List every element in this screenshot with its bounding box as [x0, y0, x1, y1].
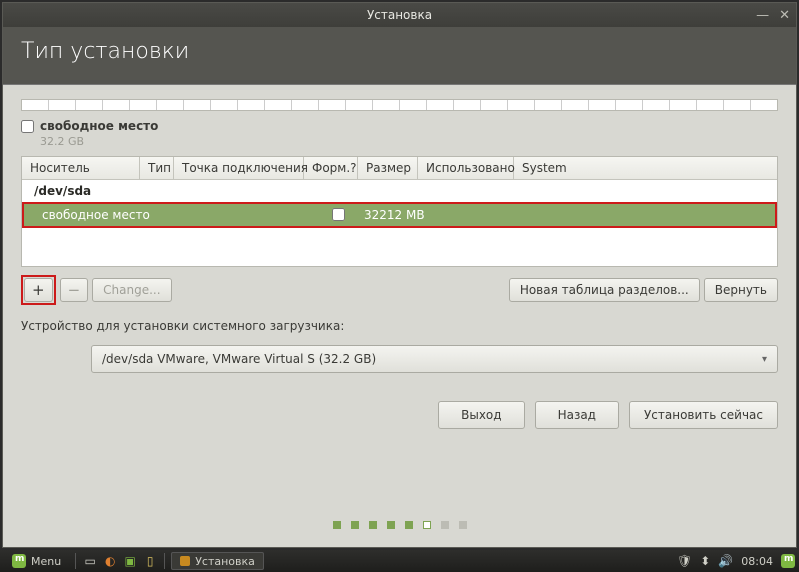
dot-icon: [333, 521, 341, 529]
bootloader-label: Устройство для установки системного загр…: [21, 319, 778, 333]
partition-table: Носитель Тип Точка подключения Форм.? Ра…: [21, 156, 778, 267]
free-row-size: 32212 MB: [360, 208, 430, 222]
col-system[interactable]: System: [514, 157, 777, 179]
update-icon[interactable]: 🛡: [677, 554, 692, 568]
col-size[interactable]: Размер: [358, 157, 418, 179]
revert-button[interactable]: Вернуть: [704, 278, 778, 302]
clock[interactable]: 08:04: [741, 555, 773, 568]
dot-icon: [369, 521, 377, 529]
close-icon[interactable]: ✕: [779, 8, 790, 23]
menu-label: Menu: [31, 555, 61, 568]
window-title: Установка: [367, 8, 432, 22]
col-mount[interactable]: Точка подключения: [174, 157, 304, 179]
bootloader-select[interactable]: /dev/sda VMware, VMware Virtual S (32.2 …: [91, 345, 778, 373]
free-row-label: свободное место: [30, 208, 152, 222]
separator: [75, 553, 76, 569]
dot-icon: [459, 521, 467, 529]
files-icon[interactable]: ▯: [142, 553, 158, 569]
taskbar: Menu ▭ ◐ ▣ ▯ Установка 🛡 ⬍ 🔊 08:04: [0, 550, 799, 572]
col-device[interactable]: Носитель: [22, 157, 140, 179]
dot-icon: [387, 521, 395, 529]
add-button[interactable]: +: [24, 278, 53, 302]
free-space-size: 32.2 GB: [40, 135, 158, 148]
mint-logo-icon: [12, 554, 26, 568]
firefox-icon[interactable]: ◐: [102, 553, 118, 569]
disk-usage-bar[interactable]: [21, 99, 778, 111]
change-button[interactable]: Change...: [92, 278, 171, 302]
app-icon: [180, 556, 190, 566]
dot-icon: [441, 521, 449, 529]
volume-icon[interactable]: 🔊: [718, 554, 733, 568]
progress-dots: [3, 429, 796, 547]
show-desktop-icon[interactable]: ▭: [82, 553, 98, 569]
bootloader-value: /dev/sda VMware, VMware Virtual S (32.2 …: [102, 352, 376, 366]
dot-icon: [423, 521, 431, 529]
col-format[interactable]: Форм.?: [304, 157, 358, 179]
free-space-checkbox[interactable]: [21, 120, 34, 133]
menu-button[interactable]: Menu: [4, 550, 69, 572]
table-row-selected[interactable]: свободное место 32212 MB: [22, 202, 777, 228]
table-row[interactable]: /dev/sda: [22, 180, 777, 202]
format-checkbox[interactable]: [332, 208, 345, 221]
page-title: Тип установки: [3, 27, 796, 85]
user-icon[interactable]: [781, 554, 795, 568]
free-space-label: свободное место: [40, 119, 158, 133]
titlebar[interactable]: Установка — ✕: [3, 3, 796, 27]
terminal-icon[interactable]: ▣: [122, 553, 138, 569]
chevron-down-icon: ▾: [762, 354, 767, 365]
device-cell: /dev/sda: [30, 184, 95, 198]
new-partition-table-button[interactable]: Новая таблица разделов...: [509, 278, 700, 302]
taskbar-item-installer[interactable]: Установка: [171, 552, 264, 570]
col-used[interactable]: Использовано: [418, 157, 514, 179]
quit-button[interactable]: Выход: [438, 401, 524, 429]
dot-icon: [405, 521, 413, 529]
separator: [164, 553, 165, 569]
installer-window: Установка — ✕ Тип установки свободное ме…: [2, 2, 797, 548]
remove-button[interactable]: −: [60, 278, 89, 302]
taskbar-item-label: Установка: [195, 555, 255, 568]
dot-icon: [351, 521, 359, 529]
back-button[interactable]: Назад: [535, 401, 619, 429]
install-now-button[interactable]: Установить сейчас: [629, 401, 778, 429]
minimize-icon[interactable]: —: [756, 8, 769, 23]
network-icon[interactable]: ⬍: [700, 554, 710, 568]
col-type[interactable]: Тип: [140, 157, 174, 179]
